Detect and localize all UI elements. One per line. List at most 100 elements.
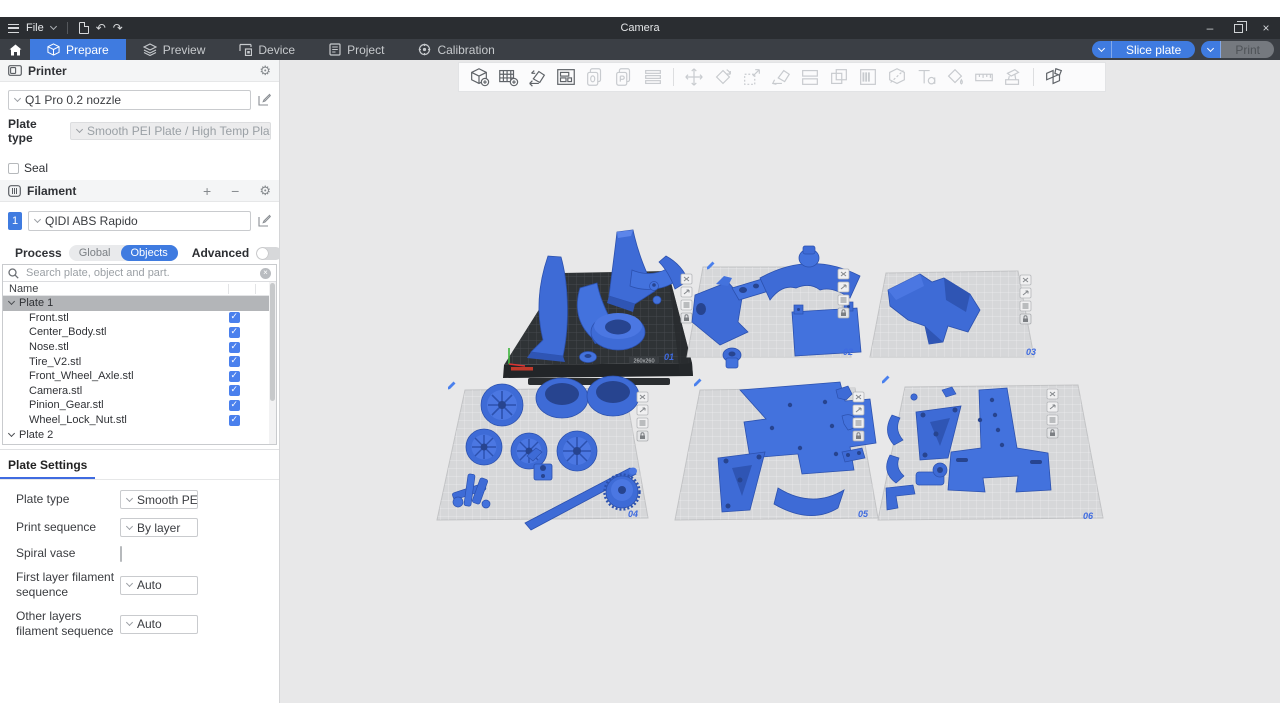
build-plate-1[interactable]: 260x260 (503, 230, 693, 385)
slice-plate-button[interactable]: Slice plate (1112, 41, 1195, 58)
file-menu[interactable]: File (26, 22, 44, 34)
plate-4-rename-pencil-icon[interactable] (448, 382, 456, 390)
split-to-objects-icon[interactable] (798, 65, 822, 89)
object-visible-checkbox[interactable] (229, 400, 240, 411)
edit-filament-preset-icon[interactable] (257, 214, 271, 228)
tree-row-plate-2[interactable]: Plate 2 (3, 427, 276, 442)
plate-1-index[interactable]: 01 (664, 352, 674, 362)
tree-row-object[interactable]: Camera.stl (3, 384, 276, 399)
text-tool-icon[interactable] (914, 65, 938, 89)
tree-row-object[interactable]: Nose.stl (3, 340, 276, 355)
new-project-icon[interactable] (79, 22, 89, 34)
home-button[interactable] (0, 39, 30, 60)
object-visible-checkbox[interactable] (229, 385, 240, 396)
redo-icon[interactable]: ↷ (113, 22, 123, 34)
tree-row-object[interactable]: Front_Wheel_Axle.stl (3, 369, 276, 384)
plate-4-corner-buttons[interactable] (637, 392, 648, 441)
build-plate-4[interactable]: 04 (437, 376, 648, 530)
advanced-toggle[interactable] (256, 247, 282, 260)
tab-device[interactable]: Device (222, 39, 312, 60)
filament-section-title: Filament (27, 184, 76, 198)
build-plates-scene: 260x260 (280, 60, 1280, 703)
ps-plate-type-select[interactable]: Smooth PEI ... (120, 490, 198, 509)
scope-objects-option[interactable]: Objects (121, 245, 178, 261)
clear-search-icon[interactable]: × (260, 268, 271, 279)
search-input[interactable] (24, 266, 255, 280)
ps-first-layer-select[interactable]: Auto (120, 576, 198, 595)
tree-row-object[interactable]: Tire_V2.stl (3, 354, 276, 369)
tree-row-object[interactable]: Pinion_Gear.stl (3, 398, 276, 413)
printer-settings-gear-icon[interactable]: ⚙ (259, 64, 271, 77)
object-visible-checkbox[interactable] (229, 327, 240, 338)
filament-settings-gear-icon[interactable]: ⚙ (259, 184, 271, 197)
plate-1-corner-buttons[interactable] (681, 274, 692, 323)
color-painting-icon[interactable] (943, 65, 967, 89)
object-list-scrollbar[interactable] (269, 282, 276, 444)
scale-icon[interactable] (740, 65, 764, 89)
tab-calibration[interactable]: Calibration (401, 39, 511, 60)
variable-layer-height-icon[interactable] (856, 65, 880, 89)
split-to-parts-icon[interactable] (827, 65, 851, 89)
viewport-3d[interactable]: 260x260 (280, 60, 1280, 703)
restore-button[interactable] (1224, 17, 1252, 39)
layers-icon[interactable] (641, 65, 665, 89)
rotate-icon[interactable] (711, 65, 735, 89)
filament-preset-select[interactable]: QIDI ABS Rapido (28, 211, 251, 231)
object-visible-checkbox[interactable] (229, 342, 240, 353)
slice-options-chevron[interactable] (1092, 41, 1112, 58)
spiral-vase-checkbox[interactable] (120, 546, 122, 562)
plate-2-index[interactable]: 02 (843, 347, 853, 357)
tree-row-plate-1[interactable]: Plate 1 (3, 296, 276, 311)
build-plate-6[interactable]: 06 (878, 376, 1103, 522)
print-button[interactable]: Print (1221, 41, 1274, 58)
copy-icon[interactable] (583, 65, 607, 89)
cut-icon[interactable] (885, 65, 909, 89)
object-visible-checkbox[interactable] (229, 371, 240, 382)
seal-checkbox[interactable] (8, 163, 19, 174)
build-plate-2[interactable]: 02 (687, 246, 861, 368)
add-object-icon[interactable] (467, 65, 491, 89)
object-visible-checkbox[interactable] (229, 356, 240, 367)
object-visible-checkbox[interactable] (229, 415, 240, 426)
collapse-chevron-icon[interactable] (8, 298, 15, 305)
undo-icon[interactable]: ↶ (96, 22, 106, 34)
ps-print-sequence-select[interactable]: By layer (120, 518, 198, 537)
tree-row-object[interactable]: Wheel_Lock_Nut.stl (3, 413, 276, 428)
edit-printer-preset-icon[interactable] (257, 93, 271, 107)
file-menu-chevron-down-icon[interactable] (50, 23, 57, 30)
move-icon[interactable] (682, 65, 706, 89)
collapse-chevron-icon[interactable] (8, 430, 15, 437)
lay-on-face-icon[interactable] (769, 65, 793, 89)
close-button[interactable]: × (1252, 17, 1280, 39)
minimize-button[interactable]: – (1196, 17, 1224, 39)
tab-preview[interactable]: Preview (126, 39, 223, 60)
plate-4-index[interactable]: 04 (628, 509, 638, 519)
object-visible-checkbox[interactable] (229, 312, 240, 323)
printer-icon (8, 65, 22, 76)
plate-5-index[interactable]: 05 (858, 509, 869, 519)
plate-6-index[interactable]: 06 (1083, 511, 1094, 521)
object-name: Camera.stl (29, 385, 82, 397)
measure-icon[interactable] (972, 65, 996, 89)
printer-preset-select[interactable]: Q1 Pro 0.2 nozzle (8, 90, 251, 110)
auto-orient-icon[interactable] (525, 65, 549, 89)
print-options-chevron[interactable] (1201, 41, 1221, 58)
paste-icon[interactable] (612, 65, 636, 89)
plate-5-rename-pencil-icon[interactable] (694, 379, 702, 387)
tree-row-object[interactable]: Center_Body.stl (3, 325, 276, 340)
ps-other-layers-select[interactable]: Auto (120, 615, 198, 634)
arrange-icon[interactable] (554, 65, 578, 89)
tab-prepare[interactable]: Prepare (30, 39, 126, 60)
support-painting-icon[interactable] (1001, 65, 1025, 89)
plate-6-rename-pencil-icon[interactable] (882, 376, 890, 384)
add-plate-icon[interactable] (496, 65, 520, 89)
assembly-view-icon[interactable] (1042, 65, 1066, 89)
tab-project[interactable]: Project (312, 39, 401, 60)
scope-global-option[interactable]: Global (69, 245, 121, 261)
add-filament-icon[interactable]: + (203, 184, 211, 198)
remove-filament-icon[interactable]: − (231, 184, 239, 198)
build-plate-5[interactable]: 05 (675, 379, 878, 521)
build-plate-3[interactable]: 03 (870, 271, 1036, 357)
plate-3-index[interactable]: 03 (1026, 347, 1036, 357)
tree-row-object[interactable]: Front.stl (3, 311, 276, 326)
